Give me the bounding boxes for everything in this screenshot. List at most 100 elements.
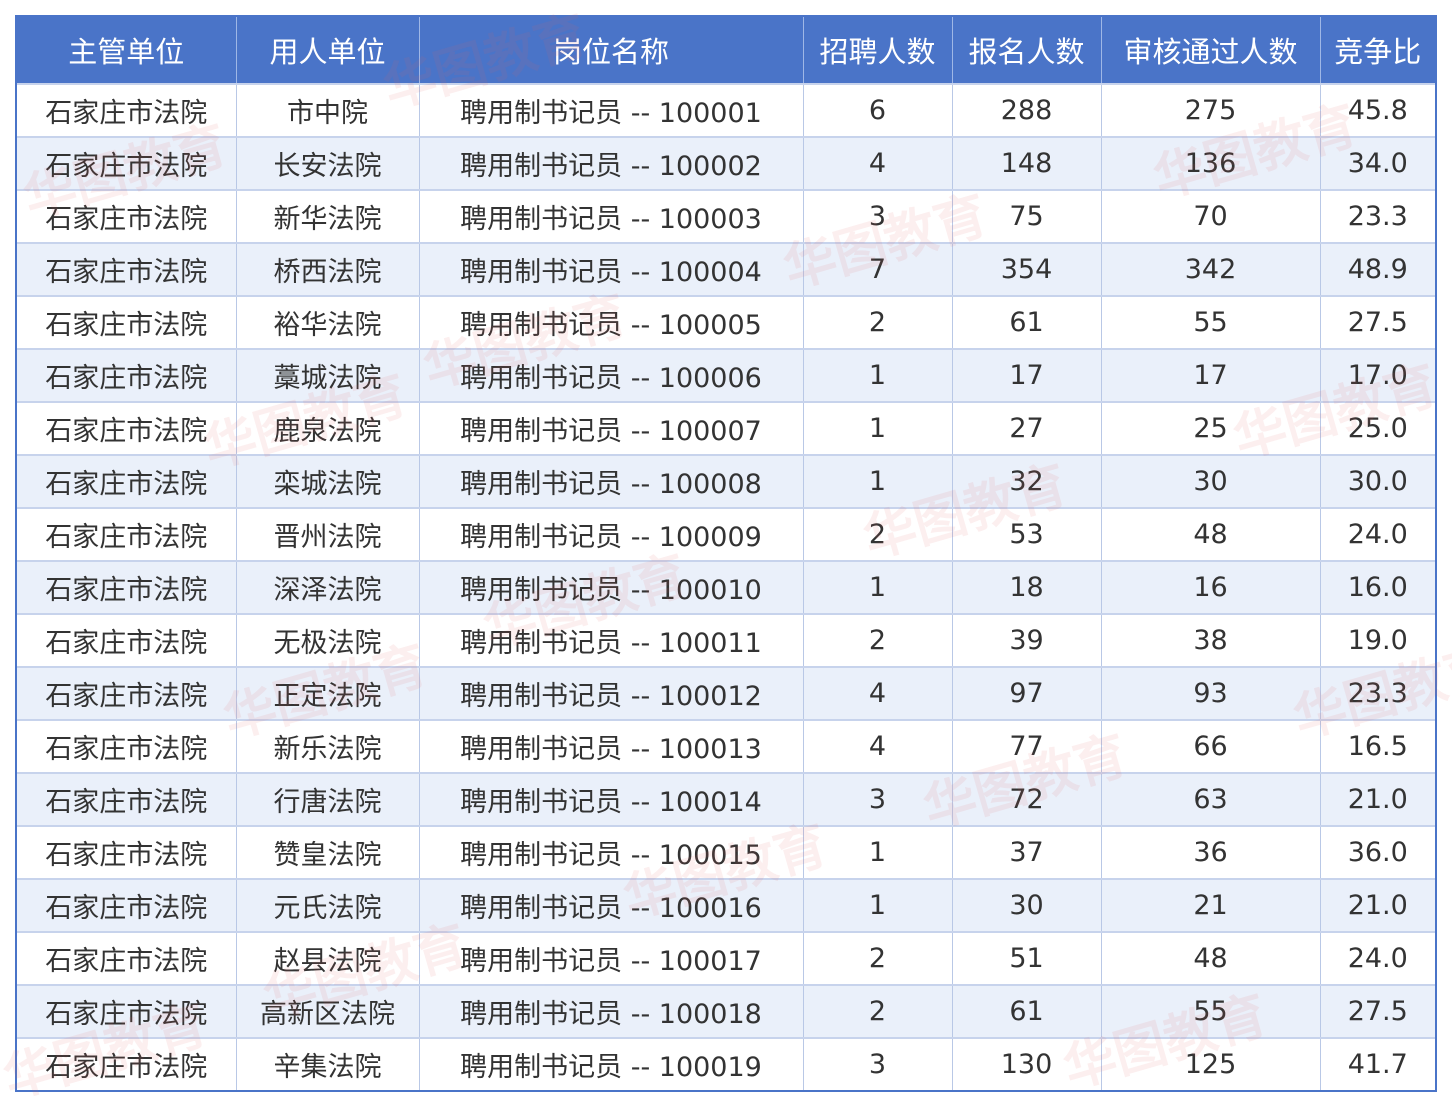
cell-recruit-count: 2 — [803, 613, 953, 667]
table-header: 主管单位 用人单位 岗位名称 招聘人数 报名人数 审核通过人数 竞争比 — [17, 17, 1435, 84]
header-supervising-unit: 主管单位 — [17, 17, 237, 84]
cell-applicant-count: 61 — [952, 295, 1102, 349]
cell-employing-unit: 晋州法院 — [236, 507, 420, 561]
cell-competition-ratio: 21.0 — [1320, 878, 1435, 932]
cell-supervising-unit: 石家庄市法院 — [17, 401, 237, 455]
cell-approved-count: 25 — [1101, 401, 1321, 455]
cell-applicant-count: 51 — [952, 931, 1102, 985]
cell-applicant-count: 288 — [952, 83, 1102, 137]
cell-position-name: 聘用制书记员 -- 100004 — [419, 242, 804, 296]
cell-employing-unit: 裕华法院 — [236, 295, 420, 349]
cell-supervising-unit: 石家庄市法院 — [17, 772, 237, 826]
cell-position-name: 聘用制书记员 -- 100013 — [419, 719, 804, 773]
cell-applicant-count: 39 — [952, 613, 1102, 667]
table-row: 石家庄市法院 辛集法院 聘用制书记员 -- 100019 3 130 125 41.7 — [17, 1037, 1435, 1090]
cell-position-name: 聘用制书记员 -- 100016 — [419, 878, 804, 932]
cell-applicant-count: 61 — [952, 984, 1102, 1038]
cell-supervising-unit: 石家庄市法院 — [17, 295, 237, 349]
cell-competition-ratio: 16.0 — [1320, 560, 1435, 614]
cell-applicant-count: 32 — [952, 454, 1102, 508]
cell-recruit-count: 4 — [803, 666, 953, 720]
cell-recruit-count: 2 — [803, 931, 953, 985]
cell-approved-count: 17 — [1101, 348, 1321, 402]
header-employing-unit: 用人单位 — [236, 17, 420, 84]
cell-competition-ratio: 25.0 — [1320, 401, 1435, 455]
cell-position-name: 聘用制书记员 -- 100008 — [419, 454, 804, 508]
cell-position-name: 聘用制书记员 -- 100003 — [419, 189, 804, 243]
cell-approved-count: 48 — [1101, 507, 1321, 561]
cell-competition-ratio: 48.9 — [1320, 242, 1435, 296]
cell-position-name: 聘用制书记员 -- 100015 — [419, 825, 804, 879]
table-row: 石家庄市法院 正定法院 聘用制书记员 -- 100012 4 97 93 23.3 — [17, 666, 1435, 720]
cell-supervising-unit: 石家庄市法院 — [17, 189, 237, 243]
table-row: 石家庄市法院 鹿泉法院 聘用制书记员 -- 100007 1 27 25 25.0 — [17, 401, 1435, 455]
cell-position-name: 聘用制书记员 -- 100017 — [419, 931, 804, 985]
cell-competition-ratio: 27.5 — [1320, 295, 1435, 349]
cell-supervising-unit: 石家庄市法院 — [17, 719, 237, 773]
cell-applicant-count: 354 — [952, 242, 1102, 296]
table-row: 石家庄市法院 新乐法院 聘用制书记员 -- 100013 4 77 66 16.5 — [17, 719, 1435, 773]
cell-recruit-count: 1 — [803, 401, 953, 455]
cell-recruit-count: 1 — [803, 560, 953, 614]
cell-employing-unit: 桥西法院 — [236, 242, 420, 296]
cell-applicant-count: 148 — [952, 136, 1102, 190]
cell-competition-ratio: 16.5 — [1320, 719, 1435, 773]
cell-position-name: 聘用制书记员 -- 100019 — [419, 1037, 804, 1090]
cell-position-name: 聘用制书记员 -- 100014 — [419, 772, 804, 826]
table-row: 石家庄市法院 桥西法院 聘用制书记员 -- 100004 7 354 342 48.9 — [17, 242, 1435, 296]
cell-approved-count: 275 — [1101, 83, 1321, 137]
cell-position-name: 聘用制书记员 -- 100018 — [419, 984, 804, 1038]
cell-employing-unit: 赞皇法院 — [236, 825, 420, 879]
cell-applicant-count: 72 — [952, 772, 1102, 826]
cell-applicant-count: 53 — [952, 507, 1102, 561]
cell-position-name: 聘用制书记员 -- 100005 — [419, 295, 804, 349]
cell-approved-count: 55 — [1101, 984, 1321, 1038]
cell-employing-unit: 正定法院 — [236, 666, 420, 720]
cell-applicant-count: 130 — [952, 1037, 1102, 1090]
cell-approved-count: 125 — [1101, 1037, 1321, 1090]
table-row: 石家庄市法院 长安法院 聘用制书记员 -- 100002 4 148 136 34.0 — [17, 136, 1435, 190]
cell-approved-count: 342 — [1101, 242, 1321, 296]
cell-supervising-unit: 石家庄市法院 — [17, 454, 237, 508]
table-row: 石家庄市法院 晋州法院 聘用制书记员 -- 100009 2 53 48 24.0 — [17, 507, 1435, 561]
header-approved-count: 审核通过人数 — [1101, 17, 1321, 84]
table-row: 石家庄市法院 深泽法院 聘用制书记员 -- 100010 1 18 16 16.0 — [17, 560, 1435, 614]
cell-approved-count: 93 — [1101, 666, 1321, 720]
cell-employing-unit: 赵县法院 — [236, 931, 420, 985]
cell-employing-unit: 新华法院 — [236, 189, 420, 243]
cell-supervising-unit: 石家庄市法院 — [17, 1037, 237, 1090]
cell-approved-count: 48 — [1101, 931, 1321, 985]
cell-competition-ratio: 24.0 — [1320, 507, 1435, 561]
recruitment-table: 主管单位 用人单位 岗位名称 招聘人数 报名人数 审核通过人数 竞争比 石家庄市… — [17, 17, 1435, 1090]
table-row: 石家庄市法院 赵县法院 聘用制书记员 -- 100017 2 51 48 24.0 — [17, 931, 1435, 985]
header-row: 主管单位 用人单位 岗位名称 招聘人数 报名人数 审核通过人数 竞争比 — [17, 17, 1435, 84]
cell-recruit-count: 3 — [803, 1037, 953, 1090]
cell-employing-unit: 无极法院 — [236, 613, 420, 667]
cell-supervising-unit: 石家庄市法院 — [17, 931, 237, 985]
header-applicant-count: 报名人数 — [952, 17, 1102, 84]
cell-recruit-count: 1 — [803, 878, 953, 932]
cell-approved-count: 38 — [1101, 613, 1321, 667]
table-row: 石家庄市法院 行唐法院 聘用制书记员 -- 100014 3 72 63 21.0 — [17, 772, 1435, 826]
cell-supervising-unit: 石家庄市法院 — [17, 666, 237, 720]
cell-supervising-unit: 石家庄市法院 — [17, 825, 237, 879]
cell-employing-unit: 长安法院 — [236, 136, 420, 190]
cell-employing-unit: 元氏法院 — [236, 878, 420, 932]
cell-approved-count: 70 — [1101, 189, 1321, 243]
recruitment-table-container: 主管单位 用人单位 岗位名称 招聘人数 报名人数 审核通过人数 竞争比 石家庄市… — [15, 15, 1437, 1092]
cell-supervising-unit: 石家庄市法院 — [17, 984, 237, 1038]
cell-employing-unit: 鹿泉法院 — [236, 401, 420, 455]
cell-approved-count: 36 — [1101, 825, 1321, 879]
cell-employing-unit: 栾城法院 — [236, 454, 420, 508]
cell-approved-count: 66 — [1101, 719, 1321, 773]
header-recruit-count: 招聘人数 — [803, 17, 953, 84]
cell-recruit-count: 3 — [803, 772, 953, 826]
cell-supervising-unit: 石家庄市法院 — [17, 560, 237, 614]
cell-position-name: 聘用制书记员 -- 100009 — [419, 507, 804, 561]
cell-employing-unit: 市中院 — [236, 83, 420, 137]
cell-recruit-count: 1 — [803, 454, 953, 508]
cell-position-name: 聘用制书记员 -- 100007 — [419, 401, 804, 455]
cell-competition-ratio: 17.0 — [1320, 348, 1435, 402]
cell-recruit-count: 2 — [803, 507, 953, 561]
cell-competition-ratio: 23.3 — [1320, 666, 1435, 720]
